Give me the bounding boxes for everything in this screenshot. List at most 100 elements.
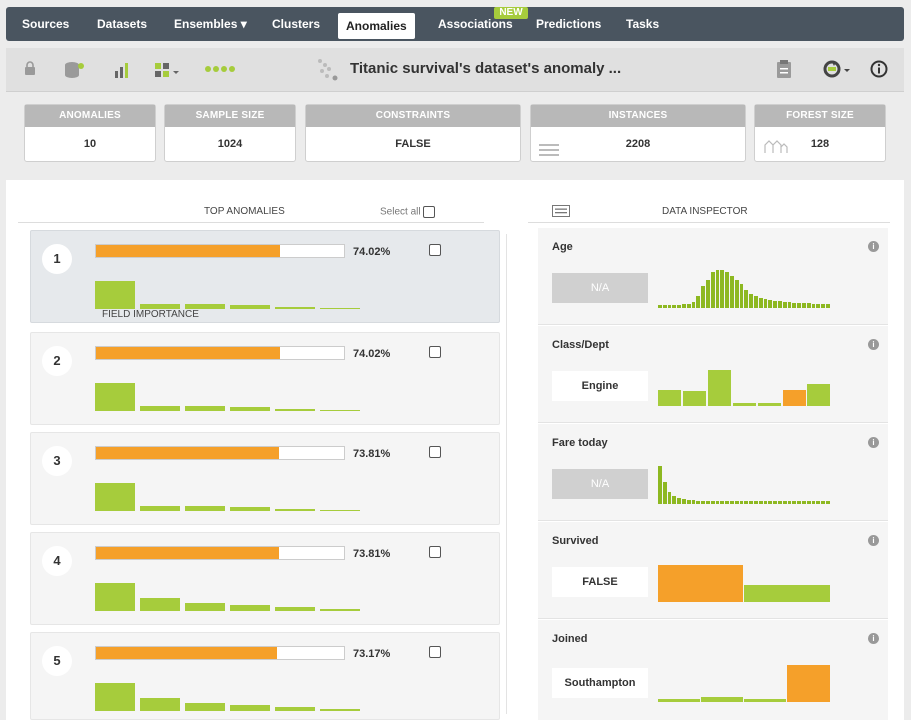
histogram-bar <box>706 280 710 308</box>
histogram-bar <box>710 501 715 504</box>
summary-value: 1024 <box>217 138 243 150</box>
field-value: FALSE <box>552 567 648 597</box>
histogram-bar <box>658 390 681 406</box>
summary-anomalies: ANOMALIES 10 <box>24 104 156 162</box>
summary-header: FOREST SIZE <box>755 105 885 127</box>
importance-bar <box>140 598 180 611</box>
histogram-bar <box>826 304 830 308</box>
field-histogram <box>658 364 830 406</box>
histogram-bar <box>682 499 686 504</box>
importance-bar <box>95 483 135 511</box>
nav-ensembles[interactable]: Ensembles ▾ <box>174 7 247 41</box>
histogram-bar <box>686 304 691 308</box>
importance-bar <box>95 383 135 411</box>
lock-icon[interactable] <box>24 61 36 78</box>
field-name: Age <box>552 241 573 253</box>
anomaly-row[interactable]: 3 73.81% <box>30 432 500 525</box>
database-icon[interactable] <box>64 61 86 82</box>
summary-value-text: 128 <box>810 138 830 150</box>
clipboard-icon[interactable] <box>776 59 792 82</box>
divider <box>18 222 484 223</box>
histogram-bar <box>826 501 830 504</box>
info-icon[interactable]: i <box>868 535 879 546</box>
info-icon[interactable]: i <box>868 339 879 350</box>
importance-bar <box>320 709 360 711</box>
importance-bar <box>320 609 360 611</box>
anomaly-row[interactable]: 4 73.81% <box>30 532 500 625</box>
histogram-bar <box>733 403 756 406</box>
sync-icon[interactable] <box>822 59 852 82</box>
histogram-bar <box>754 296 758 308</box>
nav-tasks[interactable]: Tasks <box>626 7 659 41</box>
importance-bar <box>95 281 135 309</box>
chart-icon[interactable] <box>114 61 134 82</box>
nav-datasets[interactable]: Datasets <box>97 7 147 41</box>
field-name: Fare today <box>552 437 608 449</box>
histogram-bar <box>734 280 739 308</box>
histogram-bar <box>701 697 743 702</box>
field-importance-bars <box>95 381 365 411</box>
anomaly-rank: 5 <box>42 646 72 676</box>
histogram-bar <box>701 501 705 504</box>
histogram-bar <box>787 302 792 308</box>
score-bar-fill <box>96 547 280 559</box>
anomaly-row[interactable]: 1 74.02% <box>30 230 500 323</box>
histogram-bar <box>658 305 662 308</box>
anomaly-rank: 3 <box>42 446 72 476</box>
histogram-bar <box>749 294 753 308</box>
summary-value: FALSE <box>395 138 431 150</box>
select-all[interactable]: Select all <box>380 206 436 218</box>
row-checkbox[interactable] <box>429 646 441 658</box>
histogram-bar <box>758 298 763 308</box>
histogram-bar <box>730 501 734 504</box>
row-checkbox[interactable] <box>429 346 441 358</box>
importance-bar <box>275 607 315 611</box>
info-icon[interactable]: i <box>868 633 879 644</box>
anomaly-row[interactable]: 5 73.17% <box>30 632 500 720</box>
field-importance-bars <box>95 481 365 511</box>
field-name: Joined <box>552 633 588 645</box>
model-icon[interactable] <box>154 61 182 82</box>
nav-predictions[interactable]: Predictions <box>536 7 601 41</box>
info-icon[interactable] <box>870 60 888 81</box>
histogram-bar <box>821 304 825 308</box>
histogram-bar <box>667 305 672 308</box>
row-checkbox[interactable] <box>429 244 441 256</box>
histogram-bar <box>778 501 782 504</box>
importance-bar <box>95 583 135 611</box>
summary-instances: INSTANCES 2208 <box>530 104 746 162</box>
nav-sources[interactable]: Sources <box>22 7 69 41</box>
field-value: N/A <box>552 469 648 499</box>
row-checkbox[interactable] <box>429 446 441 458</box>
field-importance-bars <box>95 581 365 611</box>
histogram-bar <box>807 384 830 406</box>
info-icon[interactable]: i <box>868 241 879 252</box>
score-label: 73.17% <box>353 648 391 660</box>
histogram-bar <box>725 272 729 308</box>
anomaly-rank: 2 <box>42 346 72 376</box>
summary-value: 10 <box>83 138 97 150</box>
anomaly-row[interactable]: 2 74.02% <box>30 332 500 425</box>
score-label: 74.02% <box>353 348 391 360</box>
summary-header: INSTANCES <box>531 105 745 127</box>
histogram-bar <box>720 270 725 308</box>
more-icon[interactable] <box>204 61 238 77</box>
row-checkbox[interactable] <box>429 546 441 558</box>
select-all-checkbox[interactable] <box>423 206 436 218</box>
nav-clusters[interactable]: Clusters <box>272 7 320 41</box>
field-value: Southampton <box>552 668 648 698</box>
importance-bar <box>185 506 225 511</box>
nav-anomalies[interactable]: Anomalies <box>338 13 415 39</box>
histogram-bar <box>754 501 758 504</box>
importance-bar <box>320 308 360 309</box>
select-all-label: Select all <box>380 206 421 218</box>
info-icon[interactable]: i <box>868 437 879 448</box>
importance-bar <box>230 407 270 411</box>
histogram-bar <box>677 305 681 308</box>
summary-forest-size: FOREST SIZE 128 <box>754 104 886 162</box>
score-bar-fill <box>96 647 278 659</box>
main-panel: TOP ANOMALIES Select all DATA INSPECTOR … <box>6 180 904 720</box>
field-histogram <box>658 660 830 702</box>
histogram-bar <box>787 665 830 702</box>
score-bar-fill <box>96 347 280 359</box>
